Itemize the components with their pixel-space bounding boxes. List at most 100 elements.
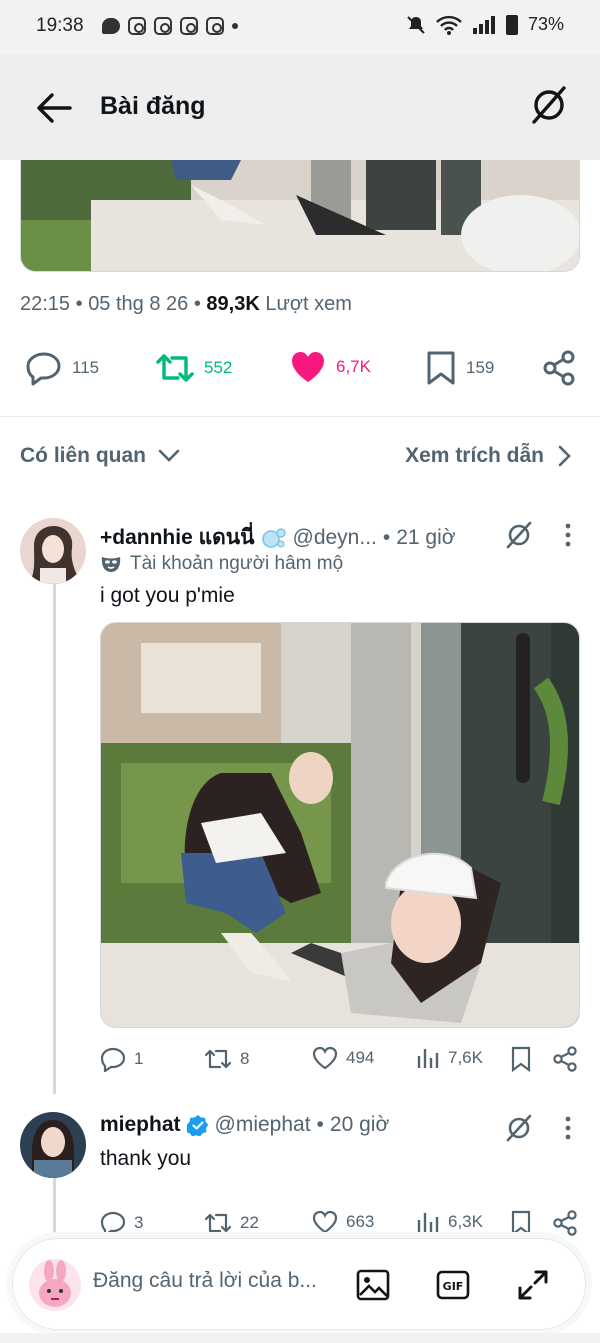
grok-icon[interactable] (504, 1113, 534, 1143)
user-handle[interactable]: @deyn... (293, 526, 377, 550)
battery-icon (505, 14, 518, 35)
like-count: 494 (346, 1048, 375, 1067)
fan-account-label: Tài khoản người hâm mộ (100, 553, 343, 575)
meta-separator: • (382, 525, 391, 549)
tweet-action-bar: 1 8 494 7,6K (100, 1046, 580, 1076)
views-button[interactable]: 7,6K (416, 1046, 483, 1070)
post-action-bar: 115 552 6,7K 159 (0, 344, 600, 396)
reply-icon (100, 1211, 126, 1236)
reply-count: 1 (134, 1049, 144, 1068)
repost-button[interactable]: 552 (156, 350, 232, 386)
meta-separator: • (193, 293, 207, 315)
mute-icon (407, 15, 425, 34)
chevron-right-icon (558, 445, 571, 467)
avatar[interactable] (20, 518, 86, 584)
image-icon[interactable] (355, 1267, 391, 1303)
instagram-notification-icon (206, 17, 224, 35)
tweet-text: i got you p'mie (100, 584, 235, 607)
bookmark-icon (427, 351, 455, 385)
wifi-icon (436, 15, 462, 35)
reply-icon (26, 352, 61, 386)
share-icon (543, 350, 575, 386)
meta-separator: • (316, 1113, 324, 1136)
post-views: 89,3K (206, 293, 260, 315)
like-count: 663 (346, 1212, 375, 1231)
views-icon (417, 1049, 439, 1068)
meta-separator: • (75, 293, 89, 315)
avatar (29, 1259, 81, 1311)
reply-composer: Đăng câu trả lời của b... GIF (12, 1238, 586, 1330)
share-button[interactable] (552, 1210, 578, 1236)
signal-icon (472, 15, 495, 34)
views-icon (417, 1213, 439, 1232)
status-bar: 19:38 73% (0, 0, 600, 54)
back-arrow-icon[interactable] (34, 90, 74, 126)
share-icon (553, 1210, 577, 1236)
bookmark-icon (511, 1046, 531, 1072)
thread-connector (53, 584, 56, 1094)
like-count: 6,7K (336, 357, 371, 376)
svg-text:GIF: GIF (443, 1280, 464, 1293)
expand-icon[interactable] (515, 1267, 551, 1303)
view-quotes-link[interactable]: Xem trích dẫn (405, 444, 572, 468)
tweet-action-bar: 3 22 663 6,3K (100, 1210, 580, 1240)
more-icon[interactable] (564, 1116, 572, 1140)
grok-icon[interactable] (504, 520, 534, 550)
bookmark-button[interactable] (510, 1210, 532, 1236)
reply-icon (100, 1047, 126, 1072)
top-app-bar: Bài đăng (0, 54, 600, 160)
bookmark-count: 159 (466, 358, 495, 377)
repost-count: 22 (240, 1213, 259, 1232)
like-button[interactable]: 494 (312, 1046, 374, 1070)
tweet-media[interactable] (100, 622, 580, 1028)
thread-connector (53, 1178, 56, 1238)
instagram-notification-icon (154, 17, 172, 35)
view-quotes-label: Xem trích dẫn (405, 444, 544, 467)
more-icon[interactable] (564, 523, 572, 547)
share-button[interactable] (542, 350, 576, 386)
more-notifications-dot (232, 23, 238, 29)
divider (0, 416, 600, 417)
heart-icon (312, 1046, 338, 1070)
reply-count: 3 (134, 1213, 144, 1232)
tweet-age: 21 giờ (396, 525, 456, 549)
post-meta: 22:15 • 05 thg 8 26 • 89,3K Lượt xem (20, 293, 352, 316)
system-nav-bar (0, 1333, 600, 1343)
reply-input[interactable]: Đăng câu trả lời của b... (93, 1269, 343, 1293)
avatar[interactable] (20, 1112, 86, 1178)
like-button[interactable]: 663 (312, 1210, 374, 1234)
related-sort-dropdown[interactable]: Có liên quan (20, 444, 180, 468)
gif-icon[interactable]: GIF (435, 1267, 471, 1303)
verified-icon (186, 1115, 208, 1136)
post-date: 05 thg 8 26 (88, 293, 189, 315)
system-icons: 73% (406, 14, 564, 35)
views-count: 7,6K (448, 1048, 483, 1067)
user-handle[interactable]: @miephat (215, 1113, 311, 1137)
bubbles-emoji-icon (261, 527, 286, 548)
post-media[interactable] (20, 160, 580, 272)
like-button[interactable]: 6,7K (290, 350, 371, 384)
page-title: Bài đăng (100, 92, 206, 120)
chat-notification-icon (102, 18, 120, 34)
instagram-notification-icon (180, 17, 198, 35)
status-time: 19:38 (36, 15, 84, 36)
bookmark-icon (511, 1210, 531, 1236)
bookmark-button[interactable] (510, 1046, 532, 1072)
heart-icon (312, 1210, 338, 1234)
views-button[interactable]: 6,3K (416, 1210, 483, 1234)
share-button[interactable] (552, 1046, 578, 1072)
repost-button[interactable]: 8 (204, 1046, 249, 1072)
reply-button[interactable]: 3 (100, 1210, 143, 1236)
notification-icons (102, 17, 238, 35)
battery-level: 73% (527, 14, 564, 34)
tweet-text: thank you (100, 1147, 192, 1170)
display-name[interactable]: miephat (100, 1113, 181, 1137)
views-count: 6,3K (448, 1212, 483, 1231)
bookmark-button[interactable]: 159 (426, 350, 494, 386)
share-icon (553, 1046, 577, 1072)
repost-button[interactable]: 22 (204, 1210, 259, 1236)
grok-icon[interactable] (528, 84, 570, 126)
display-name[interactable]: +dannhie แดนนี่ (100, 521, 255, 554)
reply-button[interactable]: 1 (100, 1046, 143, 1072)
reply-button[interactable]: 115 (26, 350, 99, 386)
